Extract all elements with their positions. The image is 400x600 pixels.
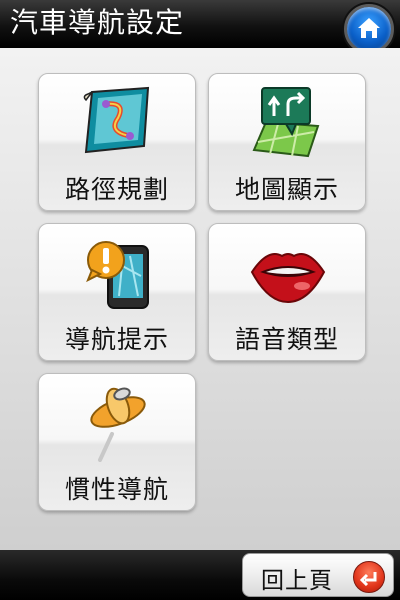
menu-item-label: 地圖顯示 (234, 175, 339, 204)
menu-item-route-planning[interactable]: 路徑規劃 (38, 73, 196, 211)
menu-item-label: 導航提示 (64, 325, 169, 354)
settings-menu: 路徑規劃 地圖顯示 導航提示 語音類型 慣性導航 (0, 48, 400, 550)
lips-icon (250, 253, 326, 304)
menu-item-label: 語音類型 (234, 325, 339, 354)
back-arrow-icon (353, 561, 385, 593)
pushpin-icon (90, 387, 146, 462)
route-map-icon (83, 86, 150, 154)
menu-item-label: 慣性導航 (64, 475, 169, 504)
home-button[interactable] (344, 4, 394, 54)
bottom-bar: 回上頁 (0, 550, 400, 600)
page-title: 汽車導航設定 (10, 6, 185, 39)
menu-item-navigation-prompt[interactable]: 導航提示 (38, 223, 196, 361)
menu-item-voice-type[interactable]: 語音類型 (208, 223, 366, 361)
menu-item-inertial-navigation[interactable]: 慣性導航 (38, 373, 196, 511)
menu-item-label: 路徑規劃 (64, 175, 169, 204)
title-bar: 汽車導航設定 (0, 0, 400, 54)
home-icon (358, 18, 380, 38)
back-button-label: 回上頁 (261, 568, 333, 594)
map-display-icon (252, 87, 320, 158)
menu-item-map-display[interactable]: 地圖顯示 (208, 73, 366, 211)
navigation-alert-icon (86, 241, 149, 309)
back-button[interactable]: 回上頁 (242, 553, 394, 597)
